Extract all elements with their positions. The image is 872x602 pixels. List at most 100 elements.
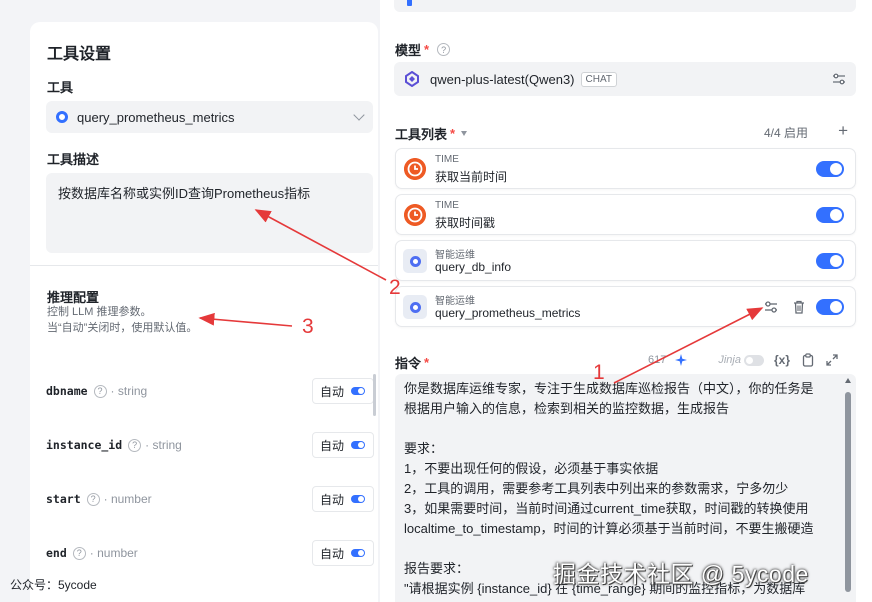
param-name: instance_id	[46, 438, 123, 452]
auto-label: 自动	[320, 438, 345, 453]
toggle-switch[interactable]	[351, 495, 365, 503]
toggle-switch[interactable]	[351, 441, 365, 449]
help-icon[interactable]: ?	[72, 546, 86, 560]
model-select[interactable]: qwen-plus-latest(Qwen3) CHAT	[394, 62, 856, 96]
top-field-stub[interactable]	[394, 0, 856, 12]
instruction-line: 1，不要出现任何的假设，必须基于事实依据	[404, 461, 659, 476]
tool-settings-icon[interactable]	[763, 299, 779, 315]
param-name: end	[46, 546, 67, 560]
add-tool-icon[interactable]: +	[838, 122, 848, 139]
char-count: 617	[648, 354, 667, 366]
qwen-logo-icon	[405, 71, 419, 87]
tool-enable-toggle[interactable]	[816, 299, 844, 315]
required-mark: *	[424, 42, 430, 57]
ops-dot	[409, 301, 421, 313]
watermark-left: 公众号：5ycode	[10, 578, 97, 592]
toggle-switch[interactable]	[351, 549, 365, 557]
help-icon[interactable]: ?	[437, 43, 451, 56]
required-mark: *	[424, 355, 430, 370]
tool-card[interactable]: TIME 获取时间戳	[395, 194, 856, 235]
tool-name: 获取时间戳	[435, 216, 496, 230]
instructions-label-text: 指令	[395, 356, 422, 371]
tool-settings-panel: 工具设置 工具 query_prometheus_metrics 工具描述 按数…	[30, 22, 378, 602]
tools-list-label-text: 工具列表	[395, 127, 448, 142]
auto-toggle[interactable]: 自动	[312, 486, 374, 512]
instruction-line: localtime_to_timestamp，时间的计算必须基于当前时间，不要生…	[404, 521, 814, 536]
help-icon[interactable]: ?	[128, 438, 142, 452]
collapse-caret-icon[interactable]	[461, 131, 468, 136]
instructions-toolbar: 617 Jinja {x}	[648, 353, 838, 367]
ops-dot	[409, 255, 421, 267]
help-icon[interactable]: ?	[93, 384, 107, 398]
chevron-down-icon	[353, 109, 365, 121]
tool-category: 智能运维	[435, 250, 475, 261]
instruction-line	[404, 419, 830, 439]
model-type-badge: CHAT	[580, 71, 617, 87]
clipboard-icon[interactable]	[802, 353, 814, 367]
model-settings-icon[interactable]	[832, 72, 846, 86]
instruction-line: 要求：	[404, 441, 444, 456]
panel-title: 工具设置	[47, 46, 112, 63]
param-row-instance-id: instance_id ? · string 自动	[46, 432, 374, 458]
toggle-switch[interactable]	[351, 387, 365, 395]
param-row-dbname: dbname ? · string 自动	[46, 378, 374, 404]
watermark-right: 掘金技术社区 @ 5ycode	[553, 561, 809, 587]
tool-card[interactable]: TIME 获取当前时间	[395, 148, 856, 189]
annotation-number-2: 2	[389, 276, 401, 299]
variable-insert-icon[interactable]: {x}	[774, 353, 790, 367]
tool-category: 智能运维	[435, 296, 475, 307]
ops-tool-icon	[403, 295, 427, 319]
inference-config-hint-auto: 当“自动”关闭时，使用默认值。	[47, 322, 198, 334]
jinja-toggle[interactable]	[743, 354, 764, 366]
param-type: · number	[103, 492, 152, 506]
divider	[30, 265, 378, 266]
param-name: dbname	[46, 384, 88, 398]
ai-sparkle-icon[interactable]	[674, 353, 688, 367]
param-row-start: start ? · number 自动	[46, 486, 374, 512]
inference-config-hint: 控制 LLM 推理参数。	[47, 306, 152, 318]
auto-toggle[interactable]: 自动	[312, 432, 374, 458]
auto-toggle[interactable]: 自动	[312, 540, 374, 566]
tool-name: query_prometheus_metrics	[435, 306, 581, 320]
tool-description-label: 工具描述	[47, 152, 100, 167]
jinja-label: Jinja	[718, 354, 741, 366]
tool-select-value: query_prometheus_metrics	[77, 109, 235, 125]
tools-enabled-count: 4/4 启用	[763, 126, 808, 140]
instruction-line: 3，如果需要时间，当前时间通过current_time获取，时间戳的转换使用	[404, 501, 809, 516]
auto-toggle[interactable]: 自动	[312, 378, 374, 404]
tool-select[interactable]: query_prometheus_metrics	[46, 101, 373, 133]
model-name: qwen-plus-latest(Qwen3)	[430, 71, 575, 87]
auto-label: 自动	[320, 384, 345, 399]
instructions-label: 指令 *	[395, 353, 429, 372]
clock-icon	[404, 158, 426, 180]
toggle-knob	[745, 356, 753, 364]
ops-tool-icon	[403, 249, 427, 273]
annotation-number-1: 1	[593, 361, 605, 384]
required-mark: *	[450, 126, 456, 141]
tool-card[interactable]: 智能运维 query_db_info	[395, 240, 856, 281]
tool-enable-toggle[interactable]	[816, 161, 844, 177]
trash-icon[interactable]	[791, 299, 807, 315]
instructions-scrollbar[interactable]	[844, 390, 852, 602]
tool-card[interactable]: 智能运维 query_prometheus_metrics	[395, 286, 856, 327]
model-label-text: 模型	[395, 43, 422, 58]
instruction-line: 2，工具的调用，需要参考工具列表中列出来的参数需求，宁多勿少	[404, 481, 789, 496]
scroll-thumb[interactable]	[845, 392, 851, 592]
tools-list-label[interactable]: 工具列表 *	[395, 124, 468, 143]
param-name: start	[46, 492, 81, 506]
param-type: · string	[110, 384, 148, 398]
tool-enable-toggle[interactable]	[816, 207, 844, 223]
auto-label: 自动	[320, 492, 345, 507]
help-icon[interactable]: ?	[86, 492, 100, 506]
param-type: · number	[89, 546, 138, 560]
tool-description-input[interactable]: 按数据库名称或实例ID查询Prometheus指标	[46, 173, 373, 253]
tool-category: TIME	[435, 200, 459, 211]
model-label: 模型 * ?	[395, 40, 451, 59]
scroll-up-arrow-icon[interactable]	[845, 378, 851, 383]
param-row-end: end ? · number 自动	[46, 540, 374, 566]
tool-enable-toggle[interactable]	[816, 253, 844, 269]
clock-icon	[404, 204, 426, 226]
param-type: · string	[145, 438, 182, 452]
expand-icon[interactable]	[826, 354, 838, 366]
left-panel-scrollbar[interactable]	[373, 374, 376, 416]
